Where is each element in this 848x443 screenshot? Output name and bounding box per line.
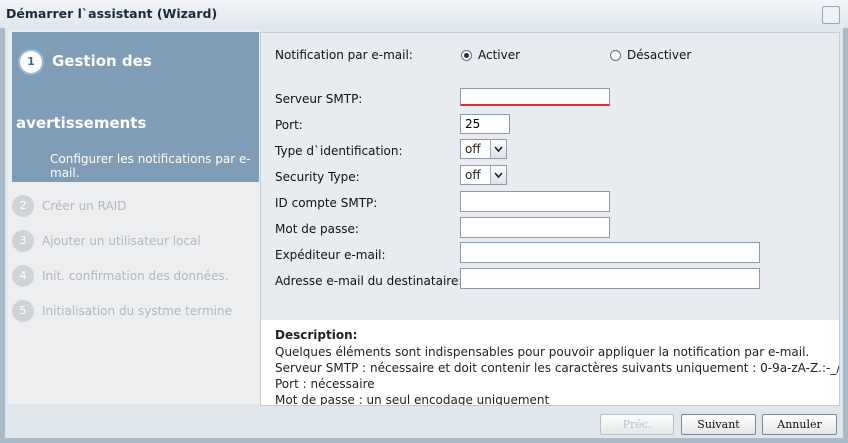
sender-input[interactable] <box>460 242 760 263</box>
auth-type-select[interactable]: off <box>460 139 507 159</box>
description-line: Serveur SMTP : nécessaire et doit conten… <box>275 361 840 375</box>
enable-radio-label[interactable]: Activer <box>478 48 520 62</box>
step-number-2: 2 <box>12 195 34 217</box>
steps-sidebar: 1 Gestion des avertissements Configurer … <box>8 30 260 404</box>
step-3: 3 Ajouter un utilisateur local <box>12 230 252 254</box>
step-1-active[interactable]: 1 Gestion des avertissements Configurer … <box>12 32 259 182</box>
step-number-5: 5 <box>12 300 34 322</box>
description-line: Port : nécessaire <box>275 377 375 391</box>
close-icon[interactable] <box>822 6 840 24</box>
port-label: Port: <box>275 118 303 132</box>
auth-type-value: off <box>465 142 481 156</box>
smtp-account-input[interactable] <box>460 191 610 212</box>
next-button[interactable]: Suivant <box>681 414 756 435</box>
security-type-value: off <box>465 168 481 182</box>
step-title-line1: Gestion des <box>52 52 152 70</box>
enable-radio[interactable] <box>461 50 472 61</box>
description-box: Description: Quelques éléments sont indi… <box>261 320 839 405</box>
chevron-down-icon[interactable] <box>490 140 506 158</box>
description-line: Mot de passe : un seul encodage uniqueme… <box>275 393 550 406</box>
disable-radio-label[interactable]: Désactiver <box>627 48 691 62</box>
step-label-4: Init. confirmation des données. <box>42 269 229 283</box>
step-label-3: Ajouter un utilisateur local <box>42 234 201 248</box>
step-number-4: 4 <box>12 265 34 287</box>
smtp-server-label: Serveur SMTP: <box>275 92 363 106</box>
sender-label: Expéditeur e-mail: <box>275 248 386 262</box>
disable-radio[interactable] <box>610 50 621 61</box>
step-number-3: 3 <box>12 230 34 252</box>
smtp-account-label: ID compte SMTP: <box>275 196 378 210</box>
window-title: Démarrer l`assistant (Wizard) <box>6 6 218 21</box>
step-description: Configurer les notifications par e-mail. <box>50 152 251 180</box>
cancel-button[interactable]: Annuler <box>762 414 837 435</box>
step-5: 5 Initialisation du systme termine <box>12 300 252 324</box>
prev-button[interactable]: Préc. <box>600 414 674 435</box>
window-titlebar: Démarrer l`assistant (Wizard) <box>0 0 848 29</box>
step-label-5: Initialisation du systme termine <box>42 304 233 318</box>
notification-label: Notification par e-mail: <box>275 48 413 62</box>
smtp-server-input[interactable] <box>460 88 610 106</box>
recipient-label: Adresse e-mail du destinataire: <box>275 274 463 288</box>
notification-form: Notification par e-mail: Activer Désacti… <box>261 33 839 405</box>
security-type-label: Security Type: <box>275 170 360 184</box>
password-input[interactable] <box>460 217 610 238</box>
password-label: Mot de passe: <box>275 222 359 236</box>
step-4: 4 Init. confirmation des données. <box>12 265 252 289</box>
step-label-2: Créer un RAID <box>42 199 127 213</box>
auth-type-label: Type d`identification: <box>275 144 403 158</box>
description-line: Quelques éléments sont indispensables po… <box>275 345 810 359</box>
security-type-select[interactable]: off <box>460 165 507 185</box>
settings-panel: Notification par e-mail: Activer Désacti… <box>260 32 840 406</box>
recipient-input[interactable] <box>460 268 760 289</box>
step-2: 2 Créer un RAID <box>12 195 252 219</box>
step-title-line2: avertissements <box>16 114 147 132</box>
description-title: Description: <box>275 328 358 342</box>
chevron-down-icon[interactable] <box>490 166 506 184</box>
port-input[interactable] <box>460 114 510 134</box>
step-number-1: 1 <box>20 51 42 73</box>
